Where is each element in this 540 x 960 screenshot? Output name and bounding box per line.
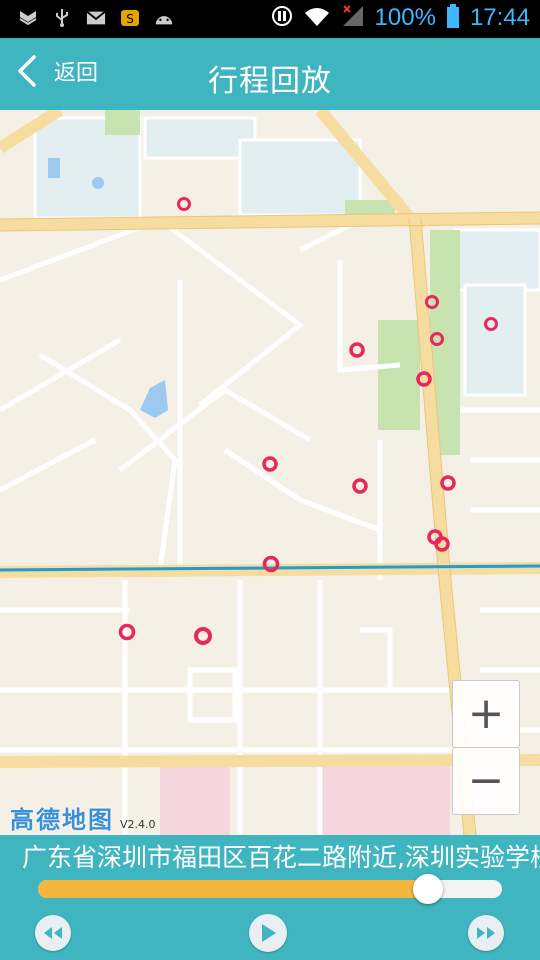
playback-progress-slider[interactable] [38, 874, 502, 904]
provider-name: 高德地图 [10, 806, 114, 834]
rewind-button[interactable] [35, 915, 71, 951]
map-view[interactable]: + − 高德地图 V2.4.0 [0, 110, 540, 835]
system-indicators: 100% 17:44 [271, 4, 530, 32]
progress-knob[interactable] [412, 874, 443, 904]
battery-percent: 100% [374, 4, 436, 31]
usb-icon [52, 9, 72, 27]
wifi-icon [303, 5, 331, 31]
app-icon: S [120, 9, 140, 27]
minus-icon: − [467, 755, 505, 806]
app-header: 返回 行程回放 [0, 38, 540, 110]
provider-version: V2.4.0 [120, 818, 156, 831]
notification-icons: S [18, 9, 174, 27]
progress-fill [38, 880, 428, 898]
play-icon [262, 924, 276, 942]
nfc-icon [271, 5, 293, 31]
map-provider-logo: 高德地图 V2.4.0 [10, 800, 156, 835]
shield-icon [18, 9, 38, 27]
status-bar: S 100% 17:44 [0, 0, 540, 38]
playback-panel: 广东省深圳市福田区百花二路附近,深圳实验学校 [0, 835, 540, 960]
fast-forward-icon [477, 927, 495, 939]
play-button[interactable] [249, 914, 287, 952]
current-address: 广东省深圳市福田区百花二路附近,深圳实验学校 [22, 843, 540, 872]
plus-icon: + [467, 688, 505, 739]
zoom-out-button[interactable]: − [452, 747, 520, 815]
rewind-icon [44, 927, 62, 939]
page-title: 行程回放 [208, 64, 332, 99]
android-icon [154, 9, 174, 27]
svg-text:S: S [126, 12, 134, 26]
zoom-in-button[interactable]: + [452, 680, 520, 748]
fast-forward-button[interactable] [468, 915, 504, 951]
signal-icon [341, 4, 365, 32]
clock: 17:44 [469, 4, 530, 31]
battery-icon [446, 4, 460, 32]
mail-icon [86, 9, 106, 27]
